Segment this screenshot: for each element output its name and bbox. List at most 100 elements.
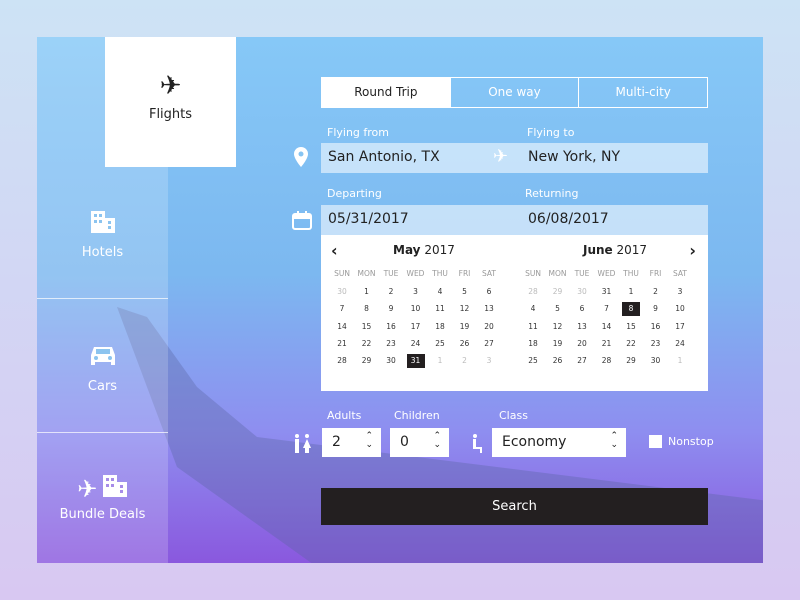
calendar-day[interactable]: 1	[431, 354, 449, 368]
airplane-icon: ✈	[77, 475, 98, 503]
calendar-day[interactable]: 10	[671, 302, 689, 316]
calendar-day[interactable]: 26	[456, 337, 474, 351]
calendar-day[interactable]: 17	[671, 320, 689, 334]
calendar-day[interactable]: 30	[333, 285, 351, 299]
weekday-header: MON	[357, 269, 376, 278]
calendar-day[interactable]: 11	[431, 302, 449, 316]
calendar-day[interactable]: 1	[358, 285, 376, 299]
calendar-day[interactable]: 24	[671, 337, 689, 351]
calendar-day[interactable]: 14	[598, 320, 616, 334]
returning-input[interactable]: 06/08/2017	[528, 211, 609, 227]
calendar-day[interactable]: 4	[431, 285, 449, 299]
calendar-day[interactable]: 25	[524, 354, 542, 368]
calendar-day[interactable]: 27	[480, 337, 498, 351]
calendar-day[interactable]: 21	[598, 337, 616, 351]
calendar-day[interactable]: 24	[407, 337, 425, 351]
calendar-day[interactable]: 19	[549, 337, 567, 351]
calendar-day[interactable]: 4	[524, 302, 542, 316]
calendar-day[interactable]: 12	[456, 302, 474, 316]
calendar-day[interactable]: 7	[598, 302, 616, 316]
weekday-header: THU	[432, 269, 448, 278]
divider	[37, 432, 168, 433]
calendar-day[interactable]: 2	[647, 285, 665, 299]
sidebar-item-flights[interactable]: ✈ Flights	[105, 37, 236, 167]
class-select[interactable]: Economy ⌃ ⌄	[492, 428, 626, 457]
calendar-day[interactable]: 3	[480, 354, 498, 368]
calendar-day[interactable]: 28	[598, 354, 616, 368]
sidebar-item-hotels[interactable]: Hotels	[37, 209, 168, 260]
calendar-day[interactable]: 3	[407, 285, 425, 299]
calendar-day[interactable]: 23	[382, 337, 400, 351]
tab-multi-city[interactable]: Multi-city	[578, 78, 707, 107]
calendar-day[interactable]: 30	[382, 354, 400, 368]
calendar-day[interactable]: 29	[358, 354, 376, 368]
flying-to-input[interactable]: New York, NY	[528, 149, 620, 165]
sidebar-item-bundle-deals[interactable]: ✈ Bundle Deals	[37, 473, 168, 522]
calendar-day[interactable]: 10	[407, 302, 425, 316]
calendar-day[interactable]: 30	[647, 354, 665, 368]
adults-stepper[interactable]: 2 ⌃ ⌄	[322, 428, 381, 457]
calendar-day[interactable]: 3	[671, 285, 689, 299]
calendar-day-selected[interactable]: 8	[622, 302, 640, 317]
calendar-day[interactable]: 27	[573, 354, 591, 368]
passengers-icon	[295, 434, 311, 453]
calendar-day-selected[interactable]: 31	[406, 354, 425, 369]
calendar-day[interactable]: 8	[358, 302, 376, 316]
calendar-day[interactable]: 29	[622, 354, 640, 368]
calendar-day[interactable]: 13	[480, 302, 498, 316]
calendar-day[interactable]: 9	[382, 302, 400, 316]
calendar-day[interactable]: 28	[333, 354, 351, 368]
calendar-day[interactable]: 29	[549, 285, 567, 299]
stepper-arrows-icon[interactable]: ⌃ ⌄	[433, 432, 441, 450]
calendar-day[interactable]: 30	[573, 285, 591, 299]
month-title-may: May 2017	[393, 243, 455, 257]
calendar-day[interactable]: 19	[456, 320, 474, 334]
calendar-day[interactable]: 28	[524, 285, 542, 299]
calendar-day[interactable]: 1	[671, 354, 689, 368]
calendar-day[interactable]: 23	[647, 337, 665, 351]
calendar-day[interactable]: 13	[573, 320, 591, 334]
calendar-day[interactable]: 11	[524, 320, 542, 334]
calendar-day[interactable]: 2	[382, 285, 400, 299]
calendar-day[interactable]: 16	[647, 320, 665, 334]
calendar-day[interactable]: 5	[549, 302, 567, 316]
departing-input[interactable]: 05/31/2017	[328, 211, 409, 227]
calendar-day[interactable]: 22	[358, 337, 376, 351]
calendar-day[interactable]: 15	[622, 320, 640, 334]
calendar-day[interactable]: 1	[622, 285, 640, 299]
calendar-day[interactable]: 26	[549, 354, 567, 368]
calendar-day[interactable]: 20	[573, 337, 591, 351]
weekday-header: SAT	[481, 269, 497, 278]
stepper-arrows-icon[interactable]: ⌃ ⌄	[365, 432, 373, 450]
prev-month-icon[interactable]: ‹	[331, 241, 338, 260]
calendar-day[interactable]: 20	[480, 320, 498, 334]
calendar-day[interactable]: 7	[333, 302, 351, 316]
nonstop-checkbox[interactable]	[649, 435, 662, 448]
calendar-day[interactable]: 6	[573, 302, 591, 316]
calendar-day[interactable]: 6	[480, 285, 498, 299]
flying-from-input[interactable]: San Antonio, TX	[328, 149, 440, 165]
calendar-day[interactable]: 15	[358, 320, 376, 334]
calendar-day[interactable]: 31	[598, 285, 616, 299]
building-icon	[90, 211, 115, 233]
sidebar-item-cars[interactable]: Cars	[37, 343, 168, 394]
calendar-day[interactable]: 9	[647, 302, 665, 316]
calendar-day[interactable]: 18	[524, 337, 542, 351]
calendar-day[interactable]: 25	[431, 337, 449, 351]
weekday-header: WED	[406, 269, 425, 278]
next-month-icon[interactable]: ›	[689, 241, 696, 260]
calendar-day[interactable]: 22	[622, 337, 640, 351]
calendar-day[interactable]: 5	[456, 285, 474, 299]
calendar-day[interactable]: 14	[333, 320, 351, 334]
children-stepper[interactable]: 0 ⌃ ⌄	[390, 428, 449, 457]
tab-one-way[interactable]: One way	[449, 78, 579, 107]
car-icon	[90, 347, 115, 365]
calendar-day[interactable]: 2	[456, 354, 474, 368]
search-button[interactable]: Search	[321, 488, 708, 525]
tab-round-trip[interactable]: Round Trip	[322, 78, 450, 107]
calendar-day[interactable]: 21	[333, 337, 351, 351]
calendar-day[interactable]: 12	[549, 320, 567, 334]
calendar-day[interactable]: 17	[407, 320, 425, 334]
calendar-day[interactable]: 16	[382, 320, 400, 334]
calendar-day[interactable]: 18	[431, 320, 449, 334]
